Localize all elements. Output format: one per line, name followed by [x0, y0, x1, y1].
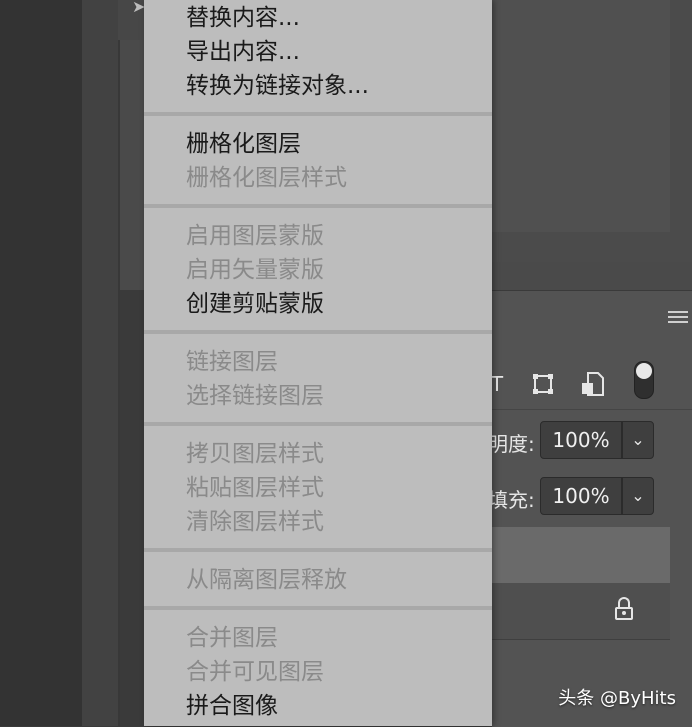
opacity-row: 明度: 100% ⌄ [488, 419, 692, 463]
menu-item-link-layers: 链接图层 [186, 349, 278, 375]
menu-separator [144, 548, 492, 552]
opacity-input[interactable]: 100% [540, 421, 622, 459]
left-panel-strip [82, 0, 119, 726]
filter-toggle[interactable] [634, 361, 654, 399]
panel-divider [118, 40, 120, 726]
shape-filter-icon[interactable] [530, 371, 556, 397]
menu-item-merge-layers: 合并图层 [186, 625, 278, 651]
upper-right-panel [492, 0, 692, 262]
chevron-down-icon[interactable]: ⌄ [622, 421, 654, 459]
left-toolbar-area [0, 0, 82, 726]
menu-item-replace-contents[interactable]: 替换内容... [186, 1, 300, 35]
menu-separator [144, 204, 492, 208]
menu-item-convert-to-linked[interactable]: 转换为链接对象... [186, 69, 369, 103]
menu-item-paste-layer-style: 粘贴图层样式 [186, 475, 324, 501]
opacity-label: 明度: [488, 432, 535, 456]
menu-item-release-from-isolation: 从隔离图层释放 [186, 567, 347, 593]
menu-item-enable-vector-mask: 启用矢量蒙版 [186, 257, 324, 283]
layers-panel: T 明度: 100% ⌄ 填充: 100% ⌄ [488, 290, 692, 727]
watermark-text: 头条 @ByHits [558, 688, 676, 709]
menu-separator [144, 330, 492, 334]
menu-item-export-contents[interactable]: 导出内容... [186, 35, 300, 69]
menu-item-rasterize-layer[interactable]: 栅格化图层 [186, 127, 301, 161]
fill-input[interactable]: 100% [540, 477, 622, 515]
menu-item-enable-layer-mask: 启用图层蒙版 [186, 223, 324, 249]
menu-item-clear-layer-style: 清除图层样式 [186, 509, 324, 535]
context-menu: 替换内容... 导出内容... 转换为链接对象... 栅格化图层 栅格化图层样式… [144, 0, 492, 726]
fill-row: 填充: 100% ⌄ [488, 475, 692, 519]
menu-separator [144, 606, 492, 610]
menu-item-rasterize-layer-style: 栅格化图层样式 [186, 165, 347, 191]
smart-object-filter-icon[interactable] [580, 371, 606, 397]
menu-item-select-linked-layers: 选择链接图层 [186, 383, 324, 409]
menu-item-create-clipping-mask[interactable]: 创建剪贴蒙版 [186, 287, 324, 321]
menu-item-merge-visible: 合并可见图层 [186, 659, 324, 685]
menu-item-copy-layer-style: 拷贝图层样式 [186, 441, 324, 467]
layer-row[interactable] [492, 583, 670, 640]
layer-row-selected[interactable] [492, 527, 670, 584]
lock-icon [614, 597, 634, 621]
menu-separator [144, 422, 492, 426]
upper-right-panel-content [492, 0, 670, 232]
fill-label: 填充: [488, 488, 535, 512]
panel-menu-icon[interactable] [668, 311, 688, 325]
menu-separator [144, 112, 492, 116]
chevron-down-icon[interactable]: ⌄ [622, 477, 654, 515]
layer-filter-row: T [491, 363, 692, 410]
menu-item-flatten-image[interactable]: 拼合图像 [186, 689, 278, 723]
